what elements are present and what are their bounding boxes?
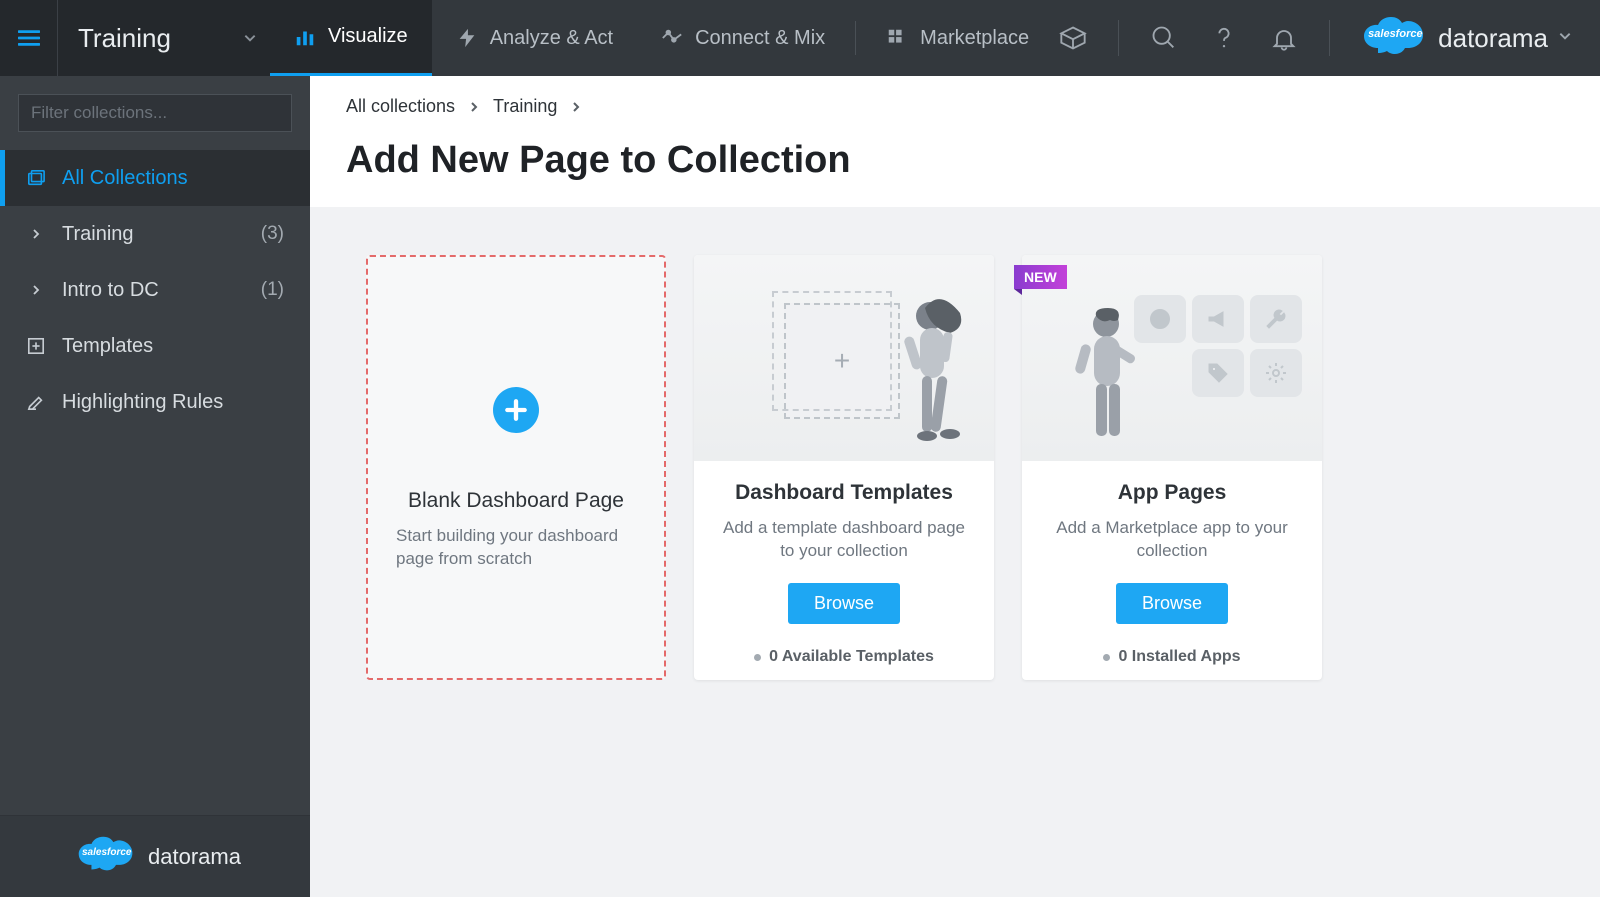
top-nav: Training Visualize Analyze & Act Connect… bbox=[0, 0, 1600, 76]
sidebar-item-intro-to-dc[interactable]: Intro to DC (1) bbox=[0, 262, 310, 318]
main-content: All collections Training Add New Page to… bbox=[310, 76, 1600, 897]
card-title: Blank Dashboard Page bbox=[408, 489, 624, 513]
footer-brand-name: datorama bbox=[148, 844, 241, 870]
card-desc: Add a Marketplace app to your collection bbox=[1044, 517, 1300, 563]
breadcrumb: All collections Training bbox=[346, 96, 1564, 117]
sidebar-item-label: Training bbox=[62, 223, 134, 246]
plus-square-icon bbox=[26, 337, 46, 355]
workspace-switcher[interactable]: Training bbox=[0, 0, 270, 76]
bar-chart-icon bbox=[294, 26, 316, 48]
card-title: Dashboard Templates bbox=[735, 481, 953, 505]
salesforce-cloud-icon: salesforce bbox=[1360, 14, 1428, 63]
sidebar-item-label: All Collections bbox=[62, 167, 188, 190]
tab-visualize[interactable]: Visualize bbox=[270, 0, 432, 77]
card-grid: Blank Dashboard Page Start building your… bbox=[310, 207, 1600, 897]
salesforce-cloud-icon: salesforce bbox=[74, 834, 138, 879]
tab-label: Connect & Mix bbox=[695, 27, 825, 50]
collection-count: (3) bbox=[261, 223, 284, 245]
template-frame-icon: + bbox=[784, 303, 900, 419]
highlight-icon bbox=[26, 393, 46, 411]
tab-label: Analyze & Act bbox=[490, 27, 613, 50]
bell-icon[interactable] bbox=[1269, 23, 1299, 53]
sidebar: All Collections Training (3) Intro to DC… bbox=[0, 76, 310, 897]
search-icon[interactable] bbox=[1149, 23, 1179, 53]
workspace-name: Training bbox=[58, 23, 230, 54]
card-dashboard-templates: + Dashboard Templates Add a template das… bbox=[694, 255, 994, 680]
card-title: App Pages bbox=[1118, 481, 1227, 505]
sidebar-item-label: Templates bbox=[62, 335, 153, 358]
brand-cloud-text: salesforce bbox=[1368, 28, 1422, 40]
brand[interactable]: salesforce datorama bbox=[1360, 14, 1572, 63]
plus-circle-icon bbox=[493, 387, 539, 433]
route-icon bbox=[661, 27, 683, 49]
tab-label: Marketplace bbox=[920, 27, 1029, 50]
chevron-right-icon bbox=[469, 96, 479, 117]
card-stat: 0 Available Templates bbox=[754, 648, 934, 666]
page-title: Add New Page to Collection bbox=[346, 139, 1564, 182]
breadcrumb-item[interactable]: Training bbox=[493, 96, 557, 117]
collection-count: (1) bbox=[261, 279, 284, 301]
tab-analyze[interactable]: Analyze & Act bbox=[432, 0, 637, 76]
sidebar-footer-brand: salesforce datorama bbox=[0, 815, 310, 897]
gear-icon bbox=[1250, 349, 1302, 397]
page-header: All collections Training Add New Page to… bbox=[310, 76, 1600, 207]
target-icon bbox=[1134, 295, 1186, 343]
bolt-icon bbox=[456, 27, 478, 49]
grid-icon bbox=[886, 27, 908, 49]
brand-name: datorama bbox=[1438, 23, 1548, 54]
package-icon[interactable] bbox=[1058, 23, 1088, 53]
card-app-pages: NEW App Pages bbox=[1022, 255, 1322, 680]
sidebar-item-label: Intro to DC bbox=[62, 279, 159, 302]
person-illustration bbox=[900, 298, 974, 453]
chevron-down-icon[interactable] bbox=[1558, 29, 1572, 48]
tab-label: Visualize bbox=[328, 25, 408, 48]
app-tiles bbox=[1134, 295, 1302, 397]
divider bbox=[1118, 20, 1119, 56]
chevron-right-icon bbox=[26, 228, 46, 240]
card-stat: 0 Installed Apps bbox=[1103, 648, 1240, 666]
sidebar-item-highlighting-rules[interactable]: Highlighting Rules bbox=[0, 374, 310, 430]
collections-icon bbox=[26, 169, 46, 187]
tab-connect[interactable]: Connect & Mix bbox=[637, 0, 849, 76]
tag-icon bbox=[1192, 349, 1244, 397]
card-desc: Start building your dashboard page from … bbox=[368, 525, 664, 571]
breadcrumb-item[interactable]: All collections bbox=[346, 96, 455, 117]
card-illustration: + bbox=[694, 255, 994, 461]
help-icon[interactable] bbox=[1209, 23, 1239, 53]
topbar-actions: salesforce datorama bbox=[1058, 14, 1600, 63]
sidebar-item-all-collections[interactable]: All Collections bbox=[0, 150, 310, 206]
sidebar-item-training[interactable]: Training (3) bbox=[0, 206, 310, 262]
menu-icon[interactable] bbox=[0, 0, 58, 76]
sidebar-item-templates[interactable]: Templates bbox=[0, 318, 310, 374]
chevron-down-icon[interactable] bbox=[230, 31, 270, 45]
chevron-right-icon bbox=[26, 284, 46, 296]
card-desc: Add a template dashboard page to your co… bbox=[716, 517, 972, 563]
divider bbox=[855, 21, 856, 55]
sidebar-item-label: Highlighting Rules bbox=[62, 391, 223, 414]
card-blank-dashboard[interactable]: Blank Dashboard Page Start building your… bbox=[366, 255, 666, 680]
megaphone-icon bbox=[1192, 295, 1244, 343]
filter-collections-input[interactable] bbox=[18, 94, 292, 132]
divider bbox=[1329, 20, 1330, 56]
chevron-right-icon bbox=[571, 96, 581, 117]
tab-marketplace[interactable]: Marketplace bbox=[862, 0, 1053, 76]
main-tabs: Visualize Analyze & Act Connect & Mix Ma… bbox=[270, 0, 1053, 76]
browse-apps-button[interactable]: Browse bbox=[1116, 583, 1228, 624]
card-illustration bbox=[1022, 255, 1322, 461]
wrench-icon bbox=[1250, 295, 1302, 343]
browse-templates-button[interactable]: Browse bbox=[788, 583, 900, 624]
